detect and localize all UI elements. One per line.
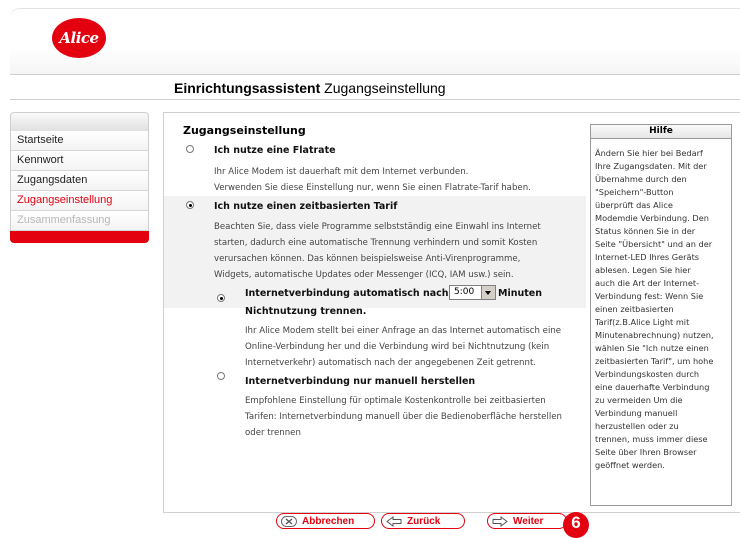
cancel-button[interactable]: Abbrechen	[276, 513, 375, 529]
help-text-line: Übernahme durch den	[595, 174, 687, 184]
sidebar-item-startseite[interactable]: Startseite	[10, 131, 149, 151]
timebased-label[interactable]: Ich nutze einen zeitbasierten Tarif	[214, 201, 397, 212]
flatrate-desc-line: Ihr Alice Modem ist dauerhaft mit dem In…	[214, 167, 469, 177]
next-button[interactable]: Weiter	[487, 513, 567, 529]
help-text: Ändern Sie hier bei Bedarf Ihre Zugangsda…	[595, 147, 728, 472]
timeout-select-value: 5:00	[454, 287, 475, 297]
auto-disconnect-desc-line: Ihr Alice Modem stellt bei einer Anfrage…	[245, 326, 562, 336]
back-button[interactable]: Zurück	[381, 513, 465, 529]
section-title: Zugangseinstellung	[183, 124, 306, 137]
flatrate-radio[interactable]	[186, 145, 194, 153]
header-bar	[10, 8, 740, 75]
help-text-line: Tarif(z.B.Alice Light mit	[595, 317, 690, 327]
help-text-line: zu vermeiden Um die	[595, 395, 683, 405]
flatrate-desc-line: Verwenden Sie diese Einstellung nur, wen…	[214, 183, 531, 193]
auto-disconnect-label-unit: Minuten	[498, 288, 542, 299]
auto-disconnect-label-line2: Nichtnutzung trennen.	[245, 306, 367, 317]
timebased-desc-line: Beachten Sie, dass viele Programme selbs…	[214, 222, 541, 232]
auto-disconnect-desc-line: Online-Verbindung her und die Verbindung…	[245, 342, 550, 352]
manual-connect-label[interactable]: Internetverbindung nur manuell herstelle…	[245, 376, 475, 387]
step-badge: 6	[563, 512, 589, 538]
help-text-line: trennen, muss immer diese	[595, 434, 708, 444]
help-text-line: "Speichern"-Button	[595, 187, 674, 197]
help-text-line: Modemdie Verbindung. Den	[595, 213, 709, 223]
help-text-line: Verbindung fest: Wenn Sie	[595, 291, 704, 301]
help-text-line: Verbindungskosten durch	[595, 369, 700, 379]
manual-connect-desc-line: Tarifen: Internetverbindung manuell über…	[245, 412, 562, 422]
manual-connect-radio[interactable]	[217, 372, 225, 380]
flatrate-label[interactable]: Ich nutze eine Flatrate	[214, 145, 336, 156]
sidebar-nav: Startseite Kennwort Zugangsdaten Zugangs…	[10, 112, 149, 243]
help-text-line: überprüft das Alice	[595, 200, 673, 210]
help-text-line: zeitbasierten Tarif", um hohe	[595, 356, 714, 366]
help-panel: Hilfe Ändern Sie hier bei Bedarf Ihre Zug…	[590, 124, 732, 506]
sidebar-item-zusammenfassung: Zusammenfassung	[10, 211, 149, 231]
arrow-right-icon	[492, 515, 508, 527]
help-text-line: Ihre Zugangsdaten. Mit der	[595, 161, 707, 171]
arrow-left-icon	[386, 515, 402, 527]
timebased-radio[interactable]	[186, 201, 194, 209]
page-title: Einrichtungsassistent Zugangseinstellung	[174, 80, 446, 96]
timebased-desc-line: starten, dadurch eine automatische Trenn…	[214, 238, 538, 248]
auto-disconnect-desc-line: Internetverkehr) automatisch nach der an…	[245, 358, 537, 368]
help-text-line: Seite "Übersicht" und an der	[595, 239, 713, 249]
help-text-line: Minutenabrechnung) nutzen,	[595, 330, 714, 340]
help-text-line: wählen Sie "Ich nutze einen	[595, 343, 709, 353]
help-text-line: Internet-LED Ihres Geräts	[595, 252, 700, 262]
help-text-line: Ändern Sie hier bei Bedarf	[595, 148, 703, 158]
cancel-icon	[281, 515, 297, 527]
help-text-line: Seite über Ihren Browser	[595, 447, 697, 457]
sidebar-header	[10, 112, 149, 131]
manual-connect-desc-line: Empfohlene Einstellung für optimale Kost…	[245, 396, 546, 406]
help-text-line: herzustellen oder zu	[595, 421, 679, 431]
chevron-down-icon[interactable]	[481, 286, 495, 299]
sidebar-item-zugangsdaten[interactable]: Zugangsdaten	[10, 171, 149, 191]
cancel-button-label: Abbrechen	[302, 515, 355, 527]
help-text-line: eine dauerhafte Verbindung	[595, 382, 710, 392]
sidebar-item-kennwort[interactable]: Kennwort	[10, 151, 149, 171]
help-text-line: auch die Art der Internet-	[595, 278, 700, 288]
page-title-subtitle: Zugangseinstellung	[320, 80, 446, 96]
page-title-bold: Einrichtungsassistent	[174, 80, 321, 96]
back-button-label: Zurück	[407, 515, 441, 527]
sidebar-footer-bar	[10, 231, 149, 243]
help-text-line: geöffnet werden.	[595, 460, 665, 470]
sidebar-item-zugangseinstellung[interactable]: Zugangseinstellung	[10, 191, 149, 211]
timebased-desc-line: Widgets, automatische Updates oder Messe…	[214, 270, 514, 280]
timeout-select[interactable]: 5:00	[449, 285, 496, 300]
timebased-desc-line: verursachen können. Das können beispiels…	[214, 254, 521, 264]
alice-logo[interactable]: Alice	[52, 18, 106, 58]
next-button-label: Weiter	[513, 515, 544, 527]
help-text-line: einen zeitbasierten	[595, 304, 674, 314]
auto-disconnect-label[interactable]: Internetverbindung automatisch nach	[245, 288, 449, 299]
help-text-line: Status können Sie in der	[595, 226, 696, 236]
help-title: Hilfe	[591, 125, 731, 139]
help-text-line: ablesen. Legen Sie hier	[595, 265, 691, 275]
help-text-line: Verbindung manuell	[595, 408, 678, 418]
auto-disconnect-radio[interactable]	[217, 294, 225, 302]
manual-connect-desc-line: oder trennen	[245, 428, 301, 438]
